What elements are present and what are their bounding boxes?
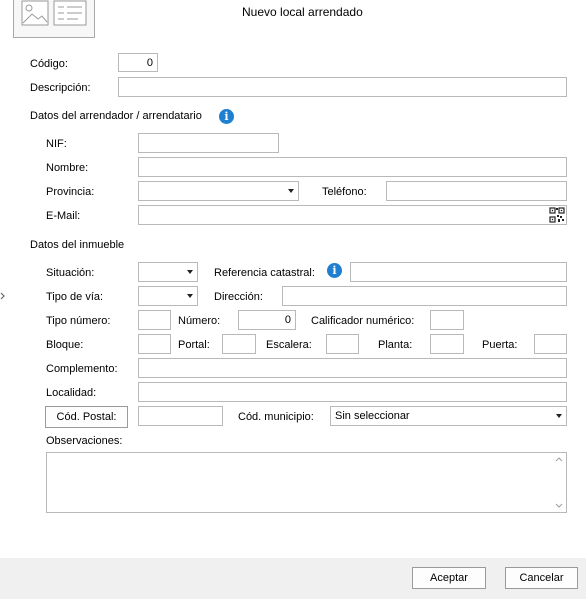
cod-municipio-label: Cód. municipio:: [238, 411, 314, 423]
nombre-field[interactable]: [138, 157, 567, 177]
image-placeholder[interactable]: [13, 0, 95, 38]
descripcion-field[interactable]: [118, 77, 567, 97]
planta-field[interactable]: [430, 334, 464, 354]
descripcion-label: Descripción:: [30, 82, 91, 94]
accept-button[interactable]: Aceptar: [412, 567, 486, 589]
numero-label: Número:: [178, 315, 221, 327]
escalera-label: Escalera:: [266, 339, 312, 351]
observaciones-textarea[interactable]: [46, 452, 567, 513]
cod-postal-field[interactable]: [138, 406, 223, 426]
tipo-via-select[interactable]: [138, 286, 198, 306]
situacion-label: Situación:: [46, 267, 95, 279]
bloque-field[interactable]: [138, 334, 171, 354]
escalera-field[interactable]: [326, 334, 359, 354]
provincia-label: Provincia:: [46, 186, 95, 198]
complemento-field[interactable]: [138, 358, 567, 378]
codigo-field[interactable]: 0: [118, 53, 158, 72]
arrendador-section-title: Datos del arrendador / arrendatario: [30, 110, 202, 122]
inmueble-section-title: Datos del inmueble: [30, 239, 125, 251]
puerta-field[interactable]: [534, 334, 567, 354]
cod-municipio-value: Sin seleccionar: [335, 410, 410, 422]
portal-label: Portal:: [178, 339, 210, 351]
cod-postal-button[interactable]: Cód. Postal:: [45, 406, 128, 428]
tipo-via-label: Tipo de vía:: [46, 291, 104, 303]
numero-field[interactable]: 0: [238, 310, 296, 330]
tipo-numero-field[interactable]: [138, 310, 171, 330]
situacion-select[interactable]: [138, 262, 198, 282]
localidad-label: Localidad:: [46, 387, 97, 399]
info-icon[interactable]: i: [327, 263, 342, 278]
puerta-label: Puerta:: [482, 339, 518, 351]
observaciones-label: Observaciones:: [46, 435, 123, 447]
codigo-label: Código:: [30, 58, 68, 70]
image-placeholder-icon: [21, 0, 87, 26]
ref-catastral-field[interactable]: [350, 262, 567, 282]
localidad-field[interactable]: [138, 382, 567, 402]
chevron-down-icon: [187, 270, 193, 274]
planta-label: Planta:: [378, 339, 413, 351]
qr-code-icon[interactable]: [549, 207, 565, 223]
email-label: E-Mail:: [46, 210, 81, 222]
nif-field[interactable]: [138, 133, 279, 153]
cod-municipio-select[interactable]: Sin seleccionar: [330, 406, 567, 426]
bloque-label: Bloque:: [46, 339, 84, 351]
nif-label: NIF:: [46, 138, 67, 150]
scroll-up-icon[interactable]: [555, 457, 563, 462]
calificador-label: Calificador numérico:: [311, 315, 415, 327]
telefono-field[interactable]: [386, 181, 567, 201]
scroll-down-icon[interactable]: [555, 503, 563, 508]
chevron-down-icon: [556, 414, 562, 418]
chevron-right-icon[interactable]: [0, 292, 6, 300]
provincia-select[interactable]: [138, 181, 299, 201]
direccion-field[interactable]: [282, 286, 567, 306]
direccion-label: Dirección:: [214, 291, 263, 303]
tipo-numero-label: Tipo número:: [46, 315, 111, 327]
email-field[interactable]: [138, 205, 567, 225]
complemento-label: Complemento:: [46, 363, 118, 375]
chevron-down-icon: [187, 294, 193, 298]
cancel-button[interactable]: Cancelar: [505, 567, 578, 589]
telefono-label: Teléfono:: [322, 186, 367, 198]
info-icon[interactable]: i: [219, 109, 234, 124]
calificador-field[interactable]: [430, 310, 464, 330]
nombre-label: Nombre:: [46, 162, 89, 174]
ref-catastral-label: Referencia catastral:: [214, 267, 315, 279]
portal-field[interactable]: [222, 334, 256, 354]
dialog-footer: [0, 558, 586, 599]
dialog-title: Nuevo local arrendado: [242, 5, 363, 19]
chevron-down-icon: [288, 189, 294, 193]
